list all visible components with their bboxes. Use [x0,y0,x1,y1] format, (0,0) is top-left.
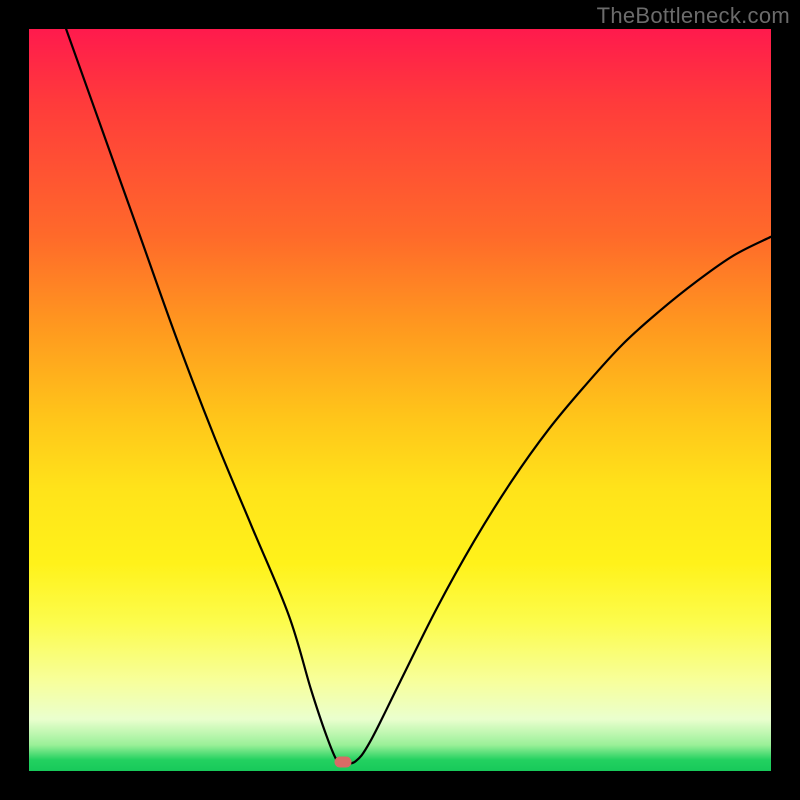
plot-area [29,29,771,771]
curve-path [66,29,771,763]
watermark-text: TheBottleneck.com [597,3,790,29]
chart-frame: TheBottleneck.com [0,0,800,800]
curve-svg [29,29,771,771]
minimum-marker [334,757,351,768]
